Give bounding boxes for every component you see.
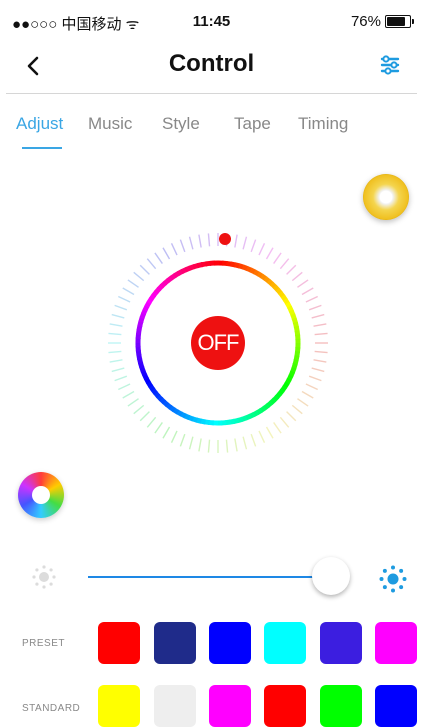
tab-adjust[interactable]: Adjust	[16, 114, 63, 134]
header-divider	[6, 93, 417, 94]
standard-color-swatch-4[interactable]	[264, 685, 306, 727]
battery-percent: 76%	[350, 13, 381, 30]
color-dial[interactable]: OFF	[100, 225, 336, 461]
disc-mode-icon[interactable]	[363, 174, 409, 220]
page-title: Control	[168, 50, 255, 77]
brightness-low-icon	[32, 565, 56, 589]
preset-color-swatch-2[interactable]	[154, 622, 196, 664]
preset-color-swatch-5[interactable]	[320, 622, 362, 664]
standard-label: STANDARD	[22, 703, 81, 714]
tab-tape[interactable]: Tape	[234, 114, 271, 134]
preset-color-swatch-4[interactable]	[264, 622, 306, 664]
brightness-slider-thumb[interactable]	[312, 557, 350, 595]
brightness-slider-track[interactable]	[88, 576, 332, 578]
preset-color-swatch-1[interactable]	[98, 622, 140, 664]
color-wheel-icon[interactable]	[18, 472, 64, 518]
standard-color-swatch-1[interactable]	[98, 685, 140, 727]
battery-status: 76%	[350, 13, 414, 30]
tab-style[interactable]: Style	[162, 114, 200, 134]
preset-color-swatch-6[interactable]	[375, 622, 417, 664]
standard-color-swatch-2[interactable]	[154, 685, 196, 727]
preset-label: PRESET	[22, 638, 66, 649]
tab-timing[interactable]: Timing	[298, 114, 348, 134]
dial-position-marker[interactable]	[219, 233, 231, 245]
brightness-high-icon[interactable]	[377, 563, 409, 595]
settings-sliders-icon[interactable]	[379, 54, 401, 76]
battery-icon	[385, 15, 414, 28]
nav-bar: Control	[0, 40, 423, 94]
active-tab-indicator	[22, 147, 62, 149]
status-bar: ●●○○○ 中国移动 ᯤ 11:45 76%	[0, 0, 423, 40]
preset-color-swatch-3[interactable]	[209, 622, 251, 664]
standard-color-swatch-5[interactable]	[320, 685, 362, 727]
tab-bar: Adjust Music Style Tape Timing	[0, 112, 423, 152]
standard-color-swatch-3[interactable]	[209, 685, 251, 727]
tab-music[interactable]: Music	[88, 114, 132, 134]
standard-color-swatch-6[interactable]	[375, 685, 417, 727]
power-off-button[interactable]: OFF	[191, 316, 245, 370]
